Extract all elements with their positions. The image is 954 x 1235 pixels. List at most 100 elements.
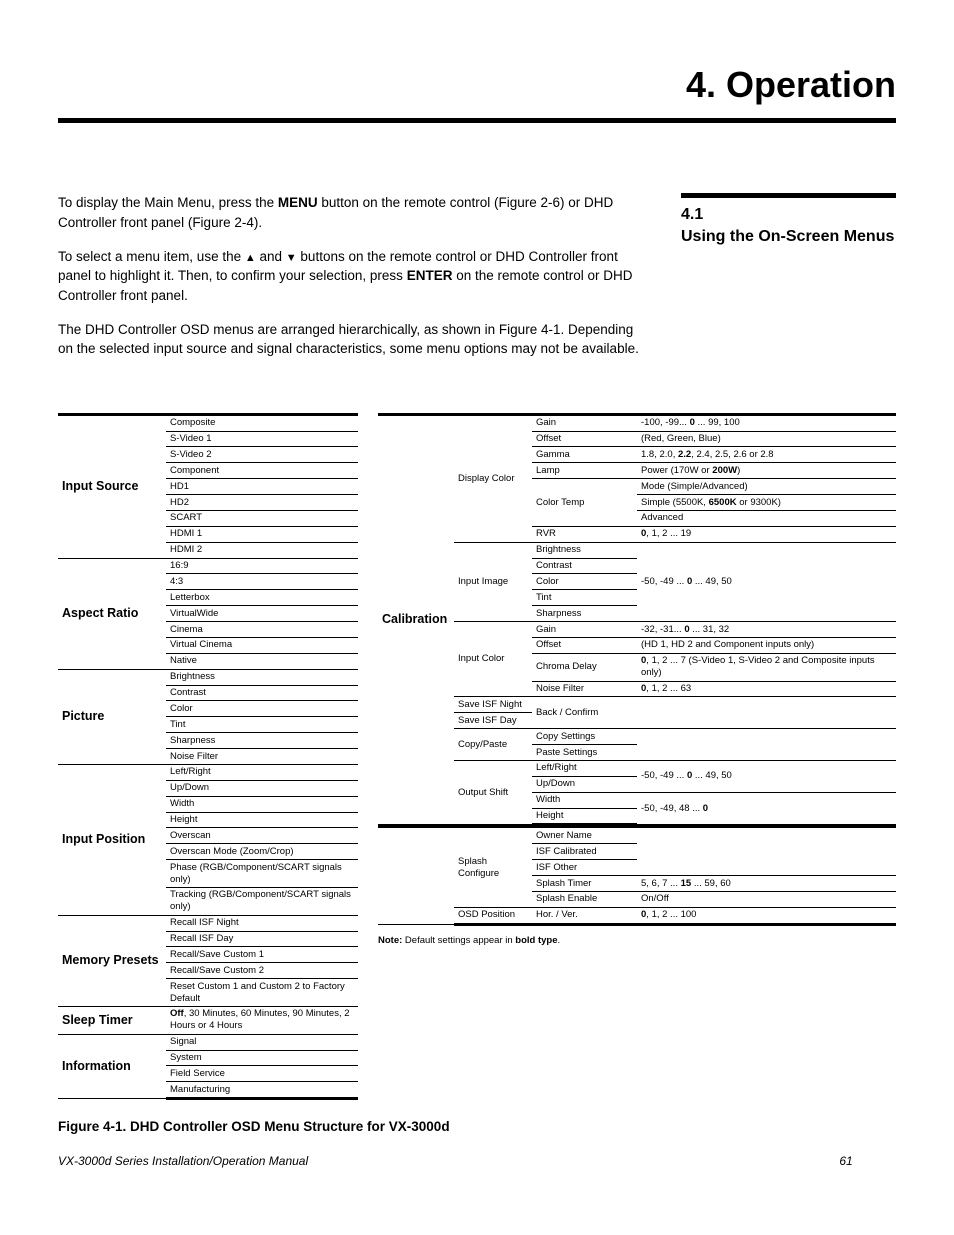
item: Brightness <box>532 542 637 558</box>
p1-menu: MENU <box>278 195 318 210</box>
footer-title: VX-3000d Series Installation/Operation M… <box>58 1153 796 1170</box>
sub-osd: OSD Position <box>454 907 532 924</box>
item: Offset <box>532 637 637 653</box>
item: ISF Calibrated <box>532 844 637 860</box>
item: Letterbox <box>166 590 358 606</box>
item: Virtual Cinema <box>166 637 358 653</box>
item: Splash Enable <box>532 891 637 907</box>
cat-memory-presets: Memory Presets <box>58 915 166 1006</box>
item: Native <box>166 653 358 669</box>
item: System <box>166 1050 358 1066</box>
range: (HD 1, HD 2 and Component inputs only) <box>637 637 896 653</box>
cat-information: Information <box>58 1034 166 1099</box>
sub-display-color: Display Color <box>454 414 532 542</box>
range: 0, 1, 2 ... 7 (S-Video 1, S-Video 2 and … <box>637 653 896 681</box>
section-title: Using the On-Screen Menus <box>681 227 896 247</box>
item: Sharpness <box>166 733 358 749</box>
page-number: 61 <box>796 1153 896 1170</box>
item: Width <box>166 796 358 812</box>
range: 0, 1, 2 ... 19 <box>637 526 896 542</box>
sleep-off: Off <box>170 1008 184 1019</box>
range: 0, 1, 2 ... 100 <box>637 907 896 924</box>
figure-caption: Figure 4-1. DHD Controller OSD Menu Stru… <box>58 1118 896 1137</box>
range: 0, 1, 2 ... 63 <box>637 681 896 697</box>
range: -50, -49 ... 0 ... 49, 50 <box>637 542 896 621</box>
item: Save ISF Night <box>454 697 532 713</box>
item: Gain <box>532 414 637 431</box>
item: Noise Filter <box>166 749 358 765</box>
item: RVR <box>532 526 637 542</box>
item: Component <box>166 463 358 479</box>
range: 5, 6, 7 ... 15 ... 59, 60 <box>637 876 896 892</box>
range: Simple (5500K, 6500K or 9300K) <box>637 495 896 511</box>
item: Composite <box>166 414 358 431</box>
sub-copy-paste: Copy/Paste <box>454 729 532 761</box>
item: S-Video 2 <box>166 447 358 463</box>
range: Mode (Simple/Advanced) <box>637 479 896 495</box>
range: Advanced <box>637 510 896 526</box>
p2-enter: ENTER <box>407 268 453 283</box>
section-heading-block: 4.1 Using the On-Screen Menus <box>681 193 896 246</box>
item: Back / Confirm <box>532 697 637 729</box>
item: Tracking (RGB/Component/SCART signals on… <box>166 887 358 915</box>
chapter-title: 4. Operation <box>58 60 896 110</box>
item: Field Service <box>166 1066 358 1082</box>
item: Recall ISF Day <box>166 931 358 947</box>
item: Width <box>532 792 637 808</box>
item: ISF Other <box>532 860 637 876</box>
item: HDMI 1 <box>166 526 358 542</box>
menu-table-calibration: Calibration Display Color Gain -100, -99… <box>378 413 896 827</box>
sub-input-color: Input Color <box>454 622 532 697</box>
item: Brightness <box>166 669 358 685</box>
p1a: To display the Main Menu, press the <box>58 195 278 210</box>
item: HD2 <box>166 495 358 511</box>
range: (Red, Green, Blue) <box>637 431 896 447</box>
item: HD1 <box>166 479 358 495</box>
item: Tint <box>532 590 637 606</box>
item: Chroma Delay <box>532 653 637 681</box>
cat-input-position: Input Position <box>58 764 166 915</box>
item: Gain <box>532 622 637 638</box>
item: Cinema <box>166 622 358 638</box>
range: -50, -49 ... 0 ... 49, 50 <box>637 760 896 792</box>
chapter-rule <box>58 118 896 123</box>
item: Offset <box>532 431 637 447</box>
item: Contrast <box>532 558 637 574</box>
item: Phase (RGB/Component/SCART signals only) <box>166 860 358 888</box>
item: SCART <box>166 510 358 526</box>
item: Off, 30 Minutes, 60 Minutes, 90 Minutes,… <box>166 1006 358 1034</box>
menu-table-calibration-2: Splash Configure Owner Name ISF Calibrat… <box>378 825 896 925</box>
item: Color <box>532 574 637 590</box>
item: Gamma <box>532 447 637 463</box>
down-arrow-icon: ▼ <box>286 251 297 267</box>
cat-picture: Picture <box>58 669 166 764</box>
item: Owner Name <box>532 827 637 844</box>
item: Height <box>166 812 358 828</box>
sub-splash: Splash Configure <box>454 827 532 907</box>
item: Recall/Save Custom 2 <box>166 963 358 979</box>
cat-sleep-timer: Sleep Timer <box>58 1006 166 1034</box>
item: Up/Down <box>532 776 637 792</box>
item: Tint <box>166 717 358 733</box>
item: Color Temp <box>532 479 637 527</box>
menu-table-left: Input Source Composite S-Video 1 S-Video… <box>58 413 358 1101</box>
item: Left/Right <box>532 760 637 776</box>
item: Manufacturing <box>166 1082 358 1099</box>
range: -100, -99... 0 ... 99, 100 <box>637 414 896 431</box>
item: Left/Right <box>166 764 358 780</box>
item: Recall/Save Custom 1 <box>166 947 358 963</box>
cat-aspect-ratio: Aspect Ratio <box>58 558 166 669</box>
item: Splash Timer <box>532 876 637 892</box>
item: Overscan Mode (Zoom/Crop) <box>166 844 358 860</box>
cat-input-source: Input Source <box>58 414 166 558</box>
item: Overscan <box>166 828 358 844</box>
cat-calibration-cont <box>378 827 454 924</box>
item: 16:9 <box>166 558 358 574</box>
range <box>637 827 896 876</box>
sub-output-shift: Output Shift <box>454 760 532 825</box>
note-bold: bold type <box>515 935 557 946</box>
item: VirtualWide <box>166 606 358 622</box>
section-rule <box>681 193 896 198</box>
note-body: Default settings appear in <box>402 935 515 946</box>
item: Signal <box>166 1034 358 1050</box>
